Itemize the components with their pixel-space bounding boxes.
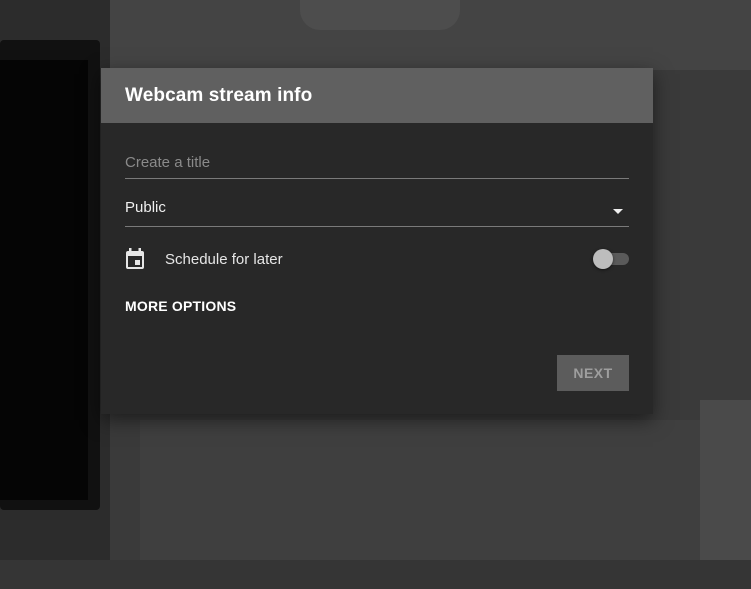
next-button[interactable]: NEXT (557, 355, 629, 391)
dropdown-arrow-icon (613, 209, 623, 214)
calendar-icon (125, 248, 145, 270)
title-input[interactable] (125, 148, 629, 176)
background-shade (300, 0, 460, 30)
privacy-dropdown[interactable]: Public (125, 196, 629, 227)
background-shade (0, 560, 751, 589)
privacy-selected-value: Public (125, 199, 166, 216)
dialog-title: Webcam stream info (125, 84, 313, 106)
more-options-button[interactable]: MORE OPTIONS (125, 298, 236, 314)
dialog-header: Webcam stream info (101, 68, 653, 123)
schedule-row: Schedule for later (125, 246, 629, 272)
title-field (125, 148, 629, 179)
background-shade (0, 60, 88, 500)
stream-info-dialog: Webcam stream info Public Schedule for l… (101, 68, 653, 414)
schedule-toggle[interactable] (593, 249, 629, 269)
schedule-label: Schedule for later (165, 250, 283, 268)
toggle-thumb (593, 249, 613, 269)
